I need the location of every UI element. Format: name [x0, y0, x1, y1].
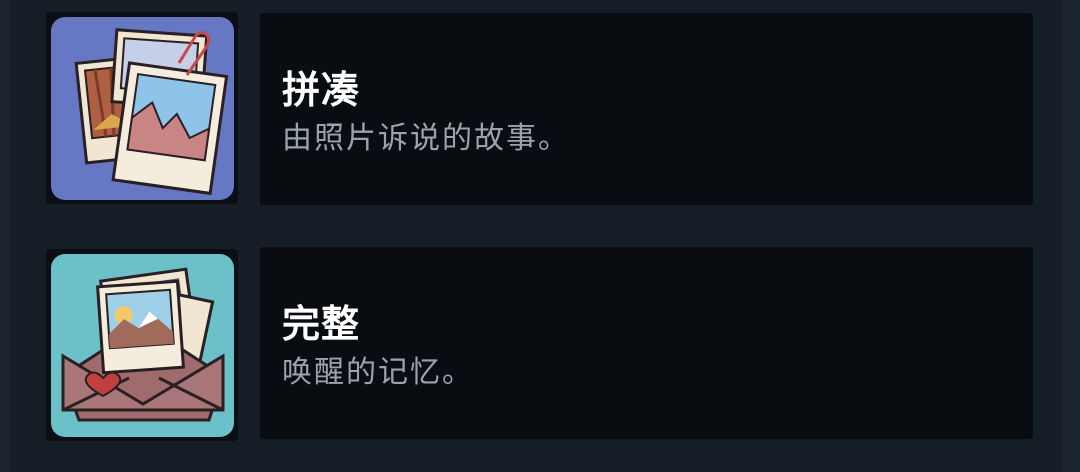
achievement-title: 拼凑 — [282, 68, 361, 112]
achievement-description: 由照片诉说的故事。 — [282, 121, 570, 156]
photo-collage-icon — [51, 17, 234, 200]
achievement-icon-frame — [46, 249, 238, 441]
achievement-info: 拼凑 由照片诉说的故事。 — [260, 13, 1033, 205]
achievement-item[interactable]: 完整 唤醒的记忆。 — [0, 246, 1080, 442]
achievement-description: 唤醒的记忆。 — [282, 355, 474, 390]
envelope-photos-icon — [51, 254, 234, 437]
achievement-item[interactable]: 拼凑 由照片诉说的故事。 — [0, 10, 1080, 206]
achievement-info: 完整 唤醒的记忆。 — [260, 247, 1033, 439]
achievement-title: 完整 — [282, 302, 361, 346]
achievement-icon-frame — [46, 12, 238, 204]
